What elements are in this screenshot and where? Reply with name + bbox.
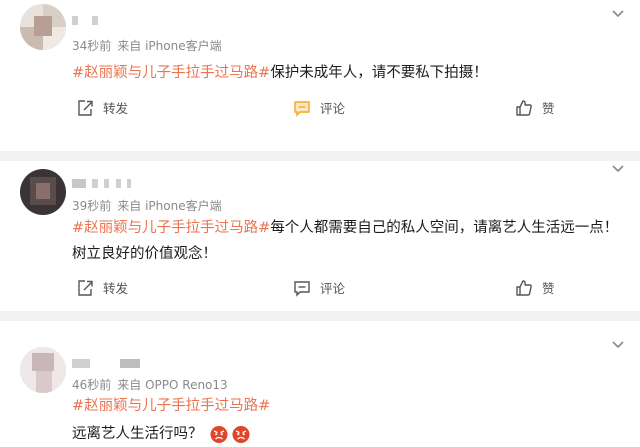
post-time: 46秒前 [72, 378, 112, 392]
post-content: #赵丽颖与儿子手拉手过马路#保护未成年人，请不要私下拍摄！ [72, 60, 610, 86]
repost-label: 转发 [103, 281, 129, 296]
hashtag-link[interactable]: #赵丽颖与儿子手拉手过马路# [72, 65, 270, 81]
post-content: #赵丽颖与儿子手拉手过马路# 远离艺人生活行吗？ [72, 393, 610, 447]
hashtag-link[interactable]: #赵丽颖与儿子手拉手过马路# [72, 398, 270, 414]
post-source: 来自 iPhone客户端 [117, 39, 222, 53]
like-button[interactable]: 赞 [515, 278, 555, 297]
like-label: 赞 [542, 281, 555, 296]
comment-icon [294, 280, 310, 297]
thumbs-up-icon [516, 99, 532, 116]
repost-button[interactable]: 转发 [76, 98, 128, 117]
chevron-down-icon[interactable] [610, 339, 626, 351]
post-meta: 39秒前 来自 iPhone客户端 [72, 197, 222, 214]
angry-face-emoji [232, 426, 250, 443]
comment-button[interactable]: 评论 [293, 98, 345, 117]
post-separator [0, 151, 640, 161]
comment-label: 评论 [320, 101, 346, 116]
thumbs-up-icon [516, 279, 532, 296]
chevron-down-icon[interactable] [610, 163, 626, 175]
repost-icon [78, 279, 93, 296]
post-time: 39秒前 [72, 199, 112, 213]
like-label: 赞 [542, 101, 555, 116]
post-text: 保护未成年人，请不要私下拍摄！ [270, 65, 488, 81]
action-bar: 转发 评论 赞 [0, 98, 640, 122]
action-bar: 转发 评论 赞 [0, 278, 640, 302]
post-content: #赵丽颖与儿子手拉手过马路#每个人都需要自己的私人空间，请离艺人生活远一点！ 树… [72, 215, 626, 267]
post-time: 34秒前 [72, 39, 112, 53]
post-source: 来自 iPhone客户端 [117, 199, 222, 213]
repost-icon [78, 99, 93, 116]
comment-button[interactable]: 评论 [293, 278, 345, 297]
post-meta: 34秒前 来自 iPhone客户端 [72, 37, 222, 54]
repost-label: 转发 [103, 101, 129, 116]
post-meta: 46秒前 来自 OPPO Reno13 [72, 376, 228, 393]
post-text: 远离艺人生活行吗？ [72, 426, 203, 442]
avatar[interactable] [20, 347, 66, 393]
feed-post: 46秒前 来自 OPPO Reno13 #赵丽颖与儿子手拉手过马路# 远离艺人生活… [0, 321, 640, 443]
angry-face-emoji [210, 426, 228, 443]
avatar[interactable] [20, 169, 66, 215]
feed-post: 34秒前 来自 iPhone客户端 #赵丽颖与儿子手拉手过马路#保护未成年人，请不… [0, 0, 640, 151]
repost-button[interactable]: 转发 [76, 278, 128, 297]
comment-label: 评论 [320, 281, 346, 296]
chevron-down-icon[interactable] [610, 8, 626, 20]
comment-icon [294, 100, 310, 117]
post-separator [0, 311, 640, 321]
avatar[interactable] [20, 4, 66, 50]
post-source: 来自 OPPO Reno13 [117, 378, 228, 392]
feed-post: 39秒前 来自 iPhone客户端 #赵丽颖与儿子手拉手过马路#每个人都需要自己的… [0, 161, 640, 311]
like-button[interactable]: 赞 [515, 98, 555, 117]
hashtag-link[interactable]: #赵丽颖与儿子手拉手过马路# [72, 220, 270, 236]
